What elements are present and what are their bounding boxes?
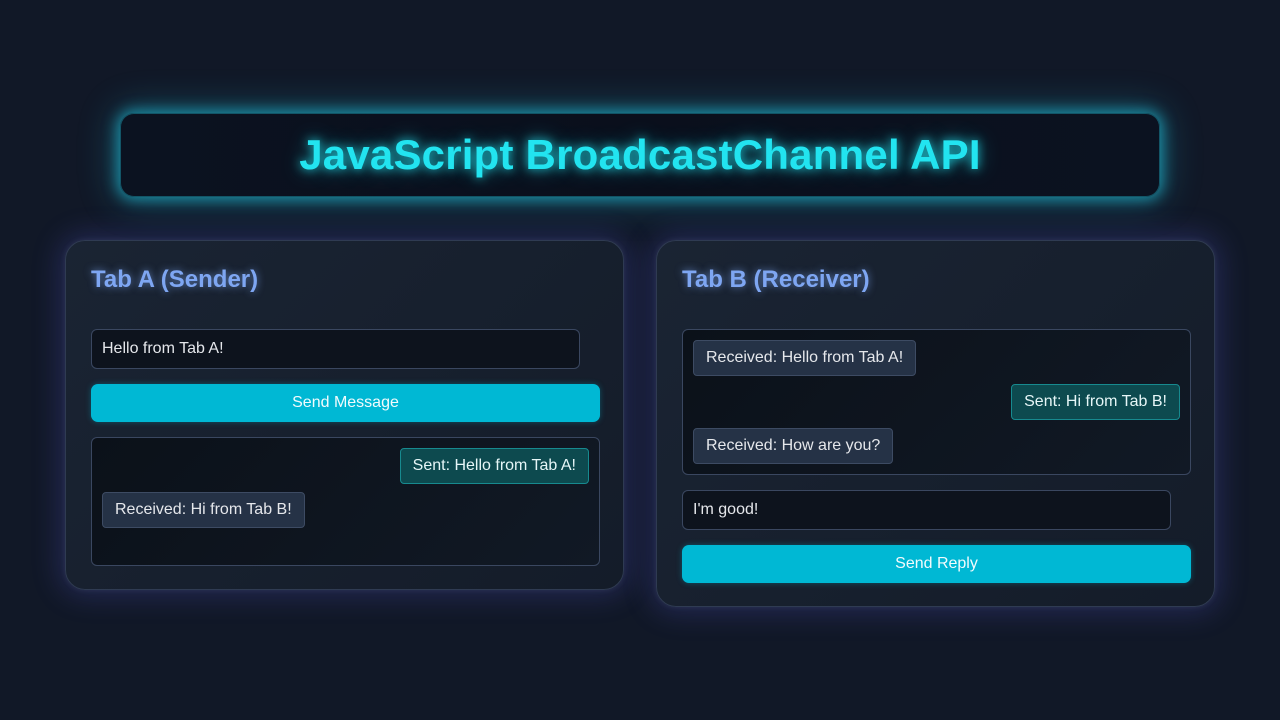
tab-a-title: Tab A (Sender) — [91, 266, 259, 293]
send-reply-button[interactable]: Send Reply — [682, 545, 1191, 583]
tab-b-message-log[interactable]: Received: Hello from Tab A! Sent: Hi fro… — [682, 329, 1191, 475]
page-title: JavaScript BroadcastChannel API — [299, 131, 981, 178]
tab-a-message-log[interactable]: Sent: Hello from Tab A! Received: Hi fro… — [91, 437, 600, 566]
send-message-button[interactable]: Send Message — [91, 384, 600, 422]
received-message: Received: Hello from Tab A! — [693, 340, 917, 376]
sent-message: Sent: Hi from Tab B! — [1011, 384, 1180, 420]
tab-b-reply-input[interactable] — [682, 490, 1171, 530]
tab-b-title: Tab B (Receiver) — [682, 266, 870, 293]
received-message: Received: How are you? — [693, 428, 894, 464]
tab-b-panel: Tab B (Receiver) Received: Hello from Ta… — [656, 240, 1215, 607]
tab-a-message-input[interactable] — [91, 329, 580, 369]
received-message: Received: Hi from Tab B! — [102, 492, 305, 528]
page-header: JavaScript BroadcastChannel API — [120, 113, 1160, 197]
tab-a-panel: Tab A (Sender) Send Message Sent: Hello … — [65, 240, 624, 590]
app-page: JavaScript BroadcastChannel API Tab A (S… — [0, 0, 1280, 720]
sent-message: Sent: Hello from Tab A! — [399, 448, 589, 484]
